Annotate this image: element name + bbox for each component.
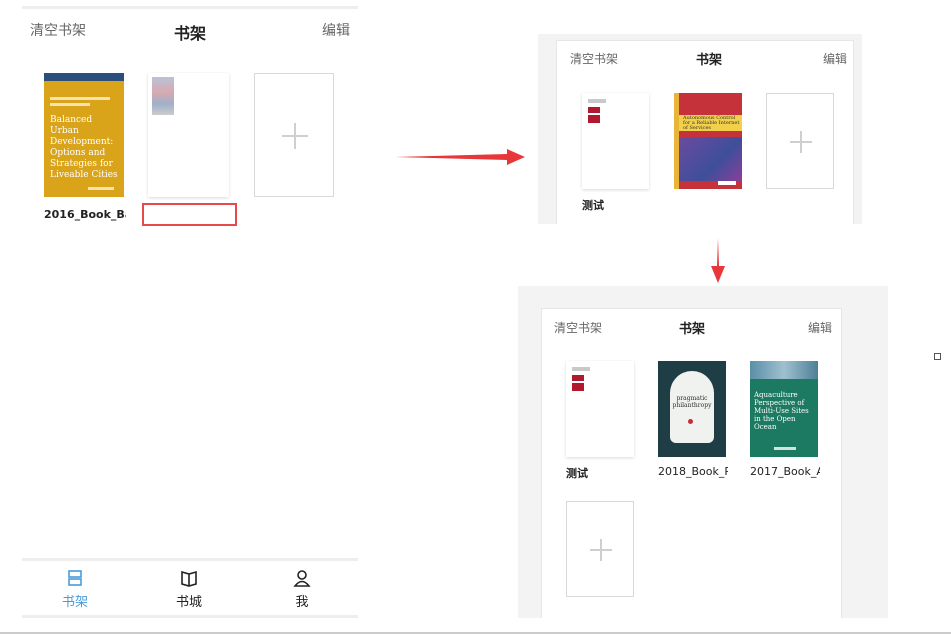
tab-bar: 书架 书城 我 xyxy=(22,558,358,618)
book-cover-aquaculture[interactable]: Aquaculture Perspective of Multi-Use Sit… xyxy=(750,361,818,457)
book-open-icon xyxy=(181,570,197,587)
publisher-logo xyxy=(88,187,114,190)
cover-authors xyxy=(50,97,110,100)
caption-highlight-box xyxy=(142,203,237,226)
add-book-button[interactable] xyxy=(766,93,834,189)
page-title: 书架 xyxy=(174,24,207,43)
book-caption: 2016_Book_Bala xyxy=(44,208,126,221)
book-cover-pdf[interactable] xyxy=(566,361,634,457)
tab-me[interactable]: 我 xyxy=(277,569,327,610)
book-caption: 2017_Book_Aq xyxy=(750,465,820,478)
cover-title: Aquaculture Perspective of Multi-Use Sit… xyxy=(754,391,809,431)
pdf-header-bar xyxy=(572,367,590,371)
pdf-preview-strip xyxy=(152,77,174,115)
tab-bookshelf[interactable]: 书架 xyxy=(50,569,100,610)
page-title: 书架 xyxy=(696,53,723,68)
tab-bookstore[interactable]: 书城 xyxy=(164,569,214,610)
panel-top-right-bookshelf: 清空书架 书架 编辑 测试 Autonomous Control for a R… xyxy=(538,34,862,224)
pdf-red-block xyxy=(572,375,584,381)
clear-shelf-button[interactable]: 清空书架 xyxy=(554,319,602,336)
pdf-header-bar xyxy=(588,99,606,103)
plus-icon xyxy=(294,123,296,149)
page-bottom-divider xyxy=(0,632,951,634)
flow-arrow-down xyxy=(711,238,725,283)
header-top-border xyxy=(22,6,358,9)
book-cover-pragmatic-philanthropy[interactable]: pragmatic philanthropy xyxy=(658,361,726,457)
tab-label: 书架 xyxy=(61,595,88,610)
page-title: 书架 xyxy=(679,322,706,337)
panel-inner: 清空书架 书架 编辑 测试 pragmatic philanthropy 201… xyxy=(541,308,842,618)
pdf-red-block xyxy=(588,107,600,113)
book-cover-pdf[interactable] xyxy=(148,73,229,197)
cover-title: pragmatic philanthropy xyxy=(672,395,712,409)
plus-icon xyxy=(600,539,602,561)
book-caption: 测试 xyxy=(566,467,588,480)
book-caption: 2018_Book_Pra xyxy=(658,465,728,478)
heart-mark xyxy=(688,419,693,424)
panel-bottom-right-bookshelf: 清空书架 书架 编辑 测试 pragmatic philanthropy 201… xyxy=(518,286,888,618)
cover-title: Balanced Urban Development: Options and … xyxy=(50,115,118,180)
edit-button[interactable]: 编辑 xyxy=(823,50,847,67)
clear-shelf-button[interactable]: 清空书架 xyxy=(30,20,86,40)
cover-authors xyxy=(50,103,90,106)
cover-title: Autonomous Control for a Reliable Intern… xyxy=(683,115,740,131)
tab-label: 我 xyxy=(295,595,309,610)
panel-left-bookshelf: 清空书架 书架 编辑 Balanced Urban Development: O… xyxy=(22,6,358,620)
bookshelf-icon xyxy=(68,570,82,586)
book-cover-balanced-urban[interactable]: Balanced Urban Development: Options and … xyxy=(44,73,124,197)
window-restore-icon[interactable] xyxy=(934,353,941,360)
panel-inner: 清空书架 书架 编辑 测试 Autonomous Control for a R… xyxy=(556,40,854,224)
pdf-red-block xyxy=(572,383,584,391)
book-cover-pdf[interactable] xyxy=(582,93,649,189)
flow-arrow-right xyxy=(395,149,525,165)
publisher-logo xyxy=(718,181,736,185)
edit-button[interactable]: 编辑 xyxy=(808,319,832,336)
plus-icon xyxy=(800,131,802,153)
cover-image xyxy=(679,137,742,181)
add-book-button[interactable] xyxy=(566,501,634,597)
pdf-red-block xyxy=(588,115,600,123)
book-caption: 测试 xyxy=(582,199,604,212)
book-cover-autonomous-control[interactable]: Autonomous Control for a Reliable Intern… xyxy=(674,93,742,189)
user-icon xyxy=(293,570,311,587)
tab-label: 书城 xyxy=(175,595,202,610)
publisher-logo xyxy=(774,447,796,450)
clear-shelf-button[interactable]: 清空书架 xyxy=(570,50,618,67)
edit-button[interactable]: 编辑 xyxy=(322,20,350,40)
cover-top-band xyxy=(44,73,124,81)
cover-photo xyxy=(750,361,818,379)
add-book-button[interactable] xyxy=(254,73,334,197)
